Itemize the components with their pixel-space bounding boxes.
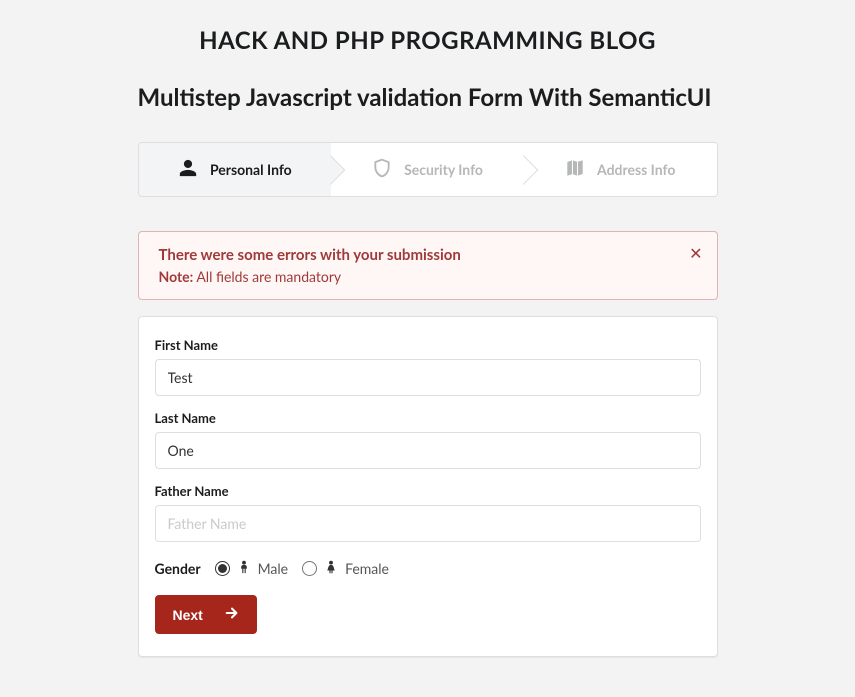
field-father-name: Father Name [155,483,701,542]
site-title: HACK AND PHP PROGRAMMING BLOG [138,26,718,55]
step-personal-info[interactable]: Personal Info [139,143,332,196]
gender-option-female[interactable]: Female [302,560,389,577]
first-name-input[interactable] [155,359,701,396]
map-icon [565,157,585,182]
gender-radio-male[interactable] [215,561,230,576]
arrow-right-icon [225,606,239,623]
step-address-info[interactable]: Address Info [524,143,717,196]
field-last-name: Last Name [155,410,701,469]
shield-icon [372,157,392,182]
error-note-text: All fields are mandatory [193,268,341,285]
steps-bar: Personal Info Security Info Address Info [138,142,718,197]
next-button[interactable]: Next [155,595,257,634]
error-message: ✕ There were some errors with your submi… [138,231,718,300]
close-icon[interactable]: ✕ [689,244,702,263]
next-button-label: Next [173,607,203,623]
step-label: Address Info [597,161,675,178]
female-icon [325,560,337,577]
step-label: Security Info [404,161,483,178]
father-name-input[interactable] [155,505,701,542]
field-first-name: First Name [155,337,701,396]
gender-option-male[interactable]: Male [215,560,288,577]
error-title: There were some errors with your submiss… [159,246,697,264]
step-security-info[interactable]: Security Info [331,143,524,196]
user-icon [178,157,198,182]
error-note-prefix: Note: [159,268,194,285]
gender-male-text: Male [258,560,288,577]
last-name-label: Last Name [155,410,701,426]
form-card: First Name Last Name Father Name Gender … [138,316,718,657]
father-name-label: Father Name [155,483,701,499]
gender-label: Gender [155,560,201,577]
step-label: Personal Info [210,161,292,178]
gender-female-text: Female [345,560,389,577]
last-name-input[interactable] [155,432,701,469]
first-name-label: First Name [155,337,701,353]
gender-radio-female[interactable] [302,561,317,576]
error-note: Note: All fields are mandatory [159,268,697,285]
page-subtitle: Multistep Javascript validation Form Wit… [138,83,718,112]
gender-row: Gender Male Female [155,560,701,577]
male-icon [238,560,250,577]
